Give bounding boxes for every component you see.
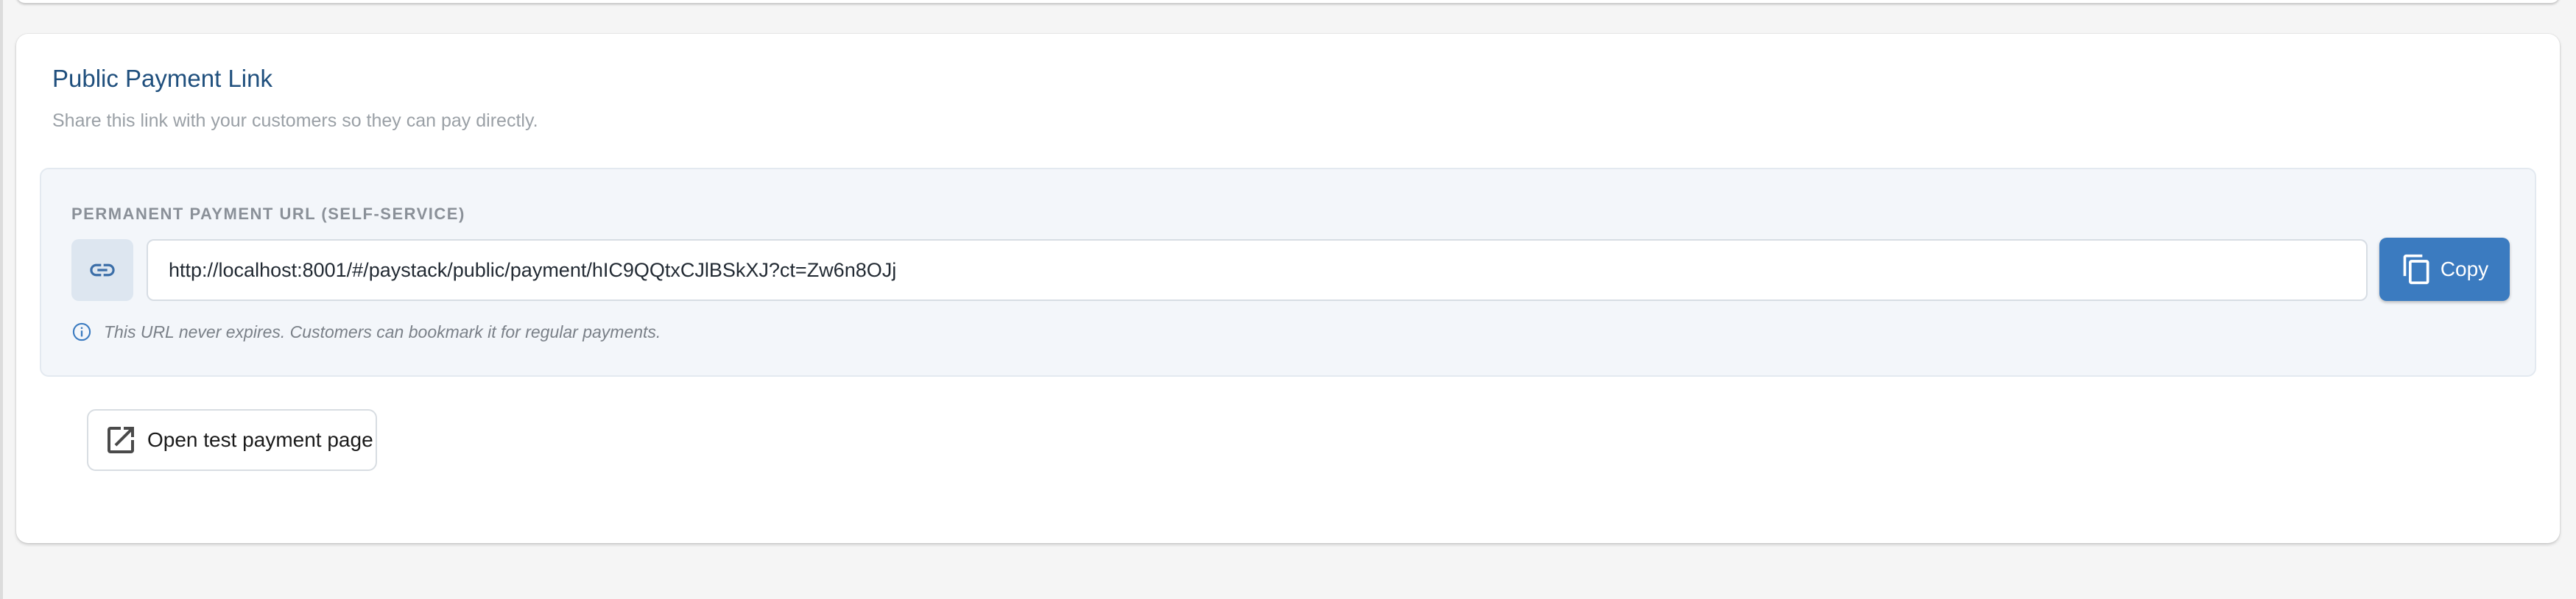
public-payment-link-card: Public Payment Link Share this link with… — [16, 34, 2560, 543]
link-icon — [90, 263, 115, 277]
previous-card — [16, 0, 2560, 3]
open-test-payment-label: Open test payment page — [147, 428, 373, 451]
card-title: Public Payment Link — [52, 65, 272, 92]
url-hint-text: This URL never expires. Customers can bo… — [104, 322, 661, 341]
url-hint: This URL never expires. Customers can bo… — [71, 321, 661, 343]
info-icon — [72, 322, 91, 341]
copy-icon — [2403, 254, 2429, 285]
payment-url-label: PERMANENT PAYMENT URL (SELF-SERVICE) — [71, 205, 465, 223]
payment-url-panel: PERMANENT PAYMENT URL (SELF-SERVICE) Cop… — [40, 168, 2536, 377]
open-test-payment-button[interactable]: Open test payment page — [87, 409, 377, 471]
payment-url-field[interactable] — [147, 239, 2368, 301]
open-in-new-icon — [108, 427, 134, 453]
window-edge — [0, 0, 3, 599]
copy-button[interactable]: Copy — [2379, 238, 2510, 301]
copy-button-label: Copy — [2440, 258, 2489, 280]
link-icon-button[interactable] — [71, 239, 133, 301]
card-subtitle: Share this link with your customers so t… — [52, 110, 538, 131]
page: Public Payment Link Share this link with… — [0, 0, 2576, 599]
